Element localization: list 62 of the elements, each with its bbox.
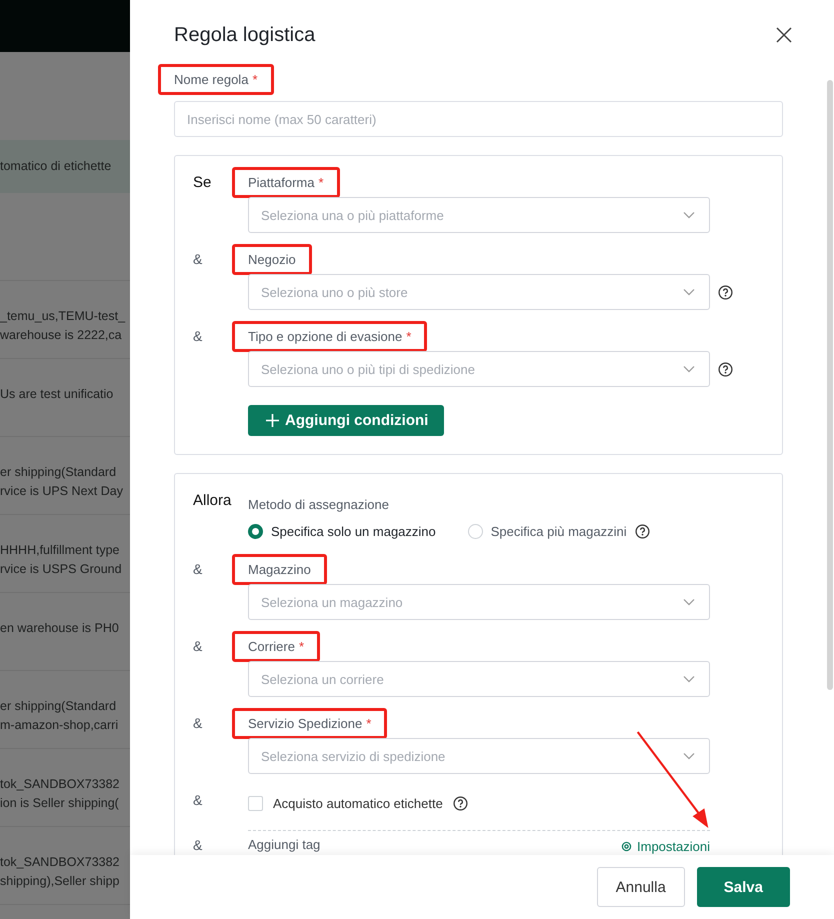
chevron-down-icon (683, 752, 695, 760)
and-connector: & (193, 327, 202, 344)
chevron-down-icon (683, 365, 695, 373)
checkbox-label: Acquisto automatico etichette (273, 796, 443, 810)
table-cell-text: ion is Seller shipping( (0, 795, 120, 812)
and-connector: & (193, 714, 202, 731)
table-cell-text: _temu_us,TEMU-test_ (0, 308, 126, 325)
and-connector: & (193, 791, 202, 808)
and-connector: & (193, 637, 202, 654)
radio-option[interactable]: Specifica solo un magazzino (248, 524, 436, 539)
table-cell-text: m-amazon-shop,carri (0, 717, 120, 734)
table-cell-text: Us are test unificatio (0, 386, 114, 403)
field-label: Aggiungi tag (248, 837, 320, 854)
table-cell-text: er shipping(Standard (0, 698, 118, 715)
field-label: Corriere * (232, 631, 320, 662)
table-cell-text: er shipping(Standard (0, 464, 118, 481)
chevron-down-icon (683, 211, 695, 219)
settings-link[interactable]: Impostazioni (620, 837, 710, 855)
table-cell-text: tok_SANDBOX73382 (0, 776, 121, 793)
help-icon[interactable] (634, 524, 650, 539)
chevron-down-icon (683, 288, 695, 296)
field-label: Nome regola * (158, 64, 274, 95)
field-label: Tipo e opzione di evasione * (232, 321, 428, 352)
field-label: Metodo di assegnazione (248, 497, 389, 512)
drawer-title: Regola logistica (174, 24, 316, 46)
close-icon[interactable] (776, 27, 792, 43)
table-cell-text: warehouse is 2222,ca (0, 327, 123, 344)
table-cell-text: tok_SANDBOX73382 (0, 854, 121, 871)
field-label: Magazzino (232, 554, 327, 585)
field-label: Negozio (232, 244, 312, 275)
table-cell-text: HHHH,fulfillment type (0, 542, 120, 559)
help-icon[interactable] (452, 796, 468, 810)
select-field[interactable]: Seleziona un corriere (248, 661, 710, 697)
table-cell-text: rvice is UPS Next Day (0, 483, 124, 500)
name-input[interactable]: Inserisci nome (max 50 caratteri) (174, 101, 783, 137)
add-conditions-button[interactable]: Aggiungi condizioni (248, 405, 444, 436)
table-cell-text: tomatico di etichette (0, 158, 112, 175)
scrollbar[interactable] (827, 80, 833, 690)
and-connector: & (193, 560, 202, 577)
table-cell-text: rvice is USPS Ground (0, 561, 123, 578)
table-cell-text: shipping),Seller shipp (0, 873, 121, 890)
table-cell-text: en warehouse is PH0 (0, 620, 120, 637)
select-field[interactable]: Seleziona uno o più store (248, 274, 710, 310)
select-field[interactable]: Seleziona una o più piattaforme (248, 197, 710, 233)
chevron-down-icon (683, 675, 695, 683)
chevron-down-icon (683, 598, 695, 606)
field-label: Piattaforma * (232, 167, 340, 198)
select-field[interactable]: Seleziona uno o più tipi di spedizione (248, 351, 710, 387)
checkbox[interactable] (248, 796, 263, 810)
plus-icon (266, 414, 279, 427)
radio-option[interactable]: Specifica più magazzini (468, 524, 650, 539)
select-field[interactable]: Seleziona un magazzino (248, 584, 710, 620)
select-field[interactable]: Seleziona servizio di spedizione (248, 738, 710, 774)
field-label: Servizio Spedizione * (232, 708, 388, 739)
section-heading: Allora (193, 492, 232, 509)
cancel-button[interactable]: Annulla (596, 867, 685, 907)
save-button[interactable]: Salva (696, 867, 790, 907)
help-icon[interactable] (718, 362, 733, 377)
and-connector: & (193, 836, 202, 853)
and-connector: & (193, 250, 202, 267)
section-heading: Se (193, 174, 212, 191)
help-icon[interactable] (718, 285, 733, 300)
